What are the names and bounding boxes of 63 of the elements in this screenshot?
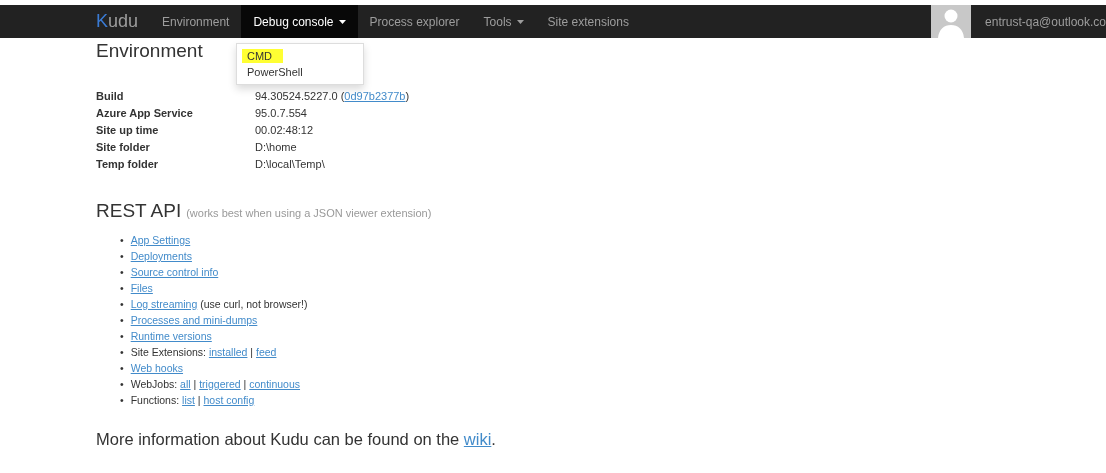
field-label: Site up time	[96, 124, 160, 136]
link[interactable]: feed	[256, 346, 277, 358]
bullet: •	[120, 377, 124, 392]
section-heading: REST API	[96, 200, 182, 222]
text: Functions:	[130, 394, 180, 406]
footer-text: More information about Kudu can be found on the wiki.	[96, 430, 497, 449]
section-note: (works best when using a JSON viewer extension)	[186, 207, 432, 219]
bullet: •	[120, 265, 124, 280]
link[interactable]: Deployments	[130, 250, 192, 262]
text: 00.02:48:12	[255, 124, 314, 136]
text: |	[193, 378, 197, 390]
link[interactable]: Log streaming	[130, 298, 198, 310]
nav-tab[interactable]: Process explorer	[357, 5, 472, 38]
link[interactable]: list	[182, 394, 195, 406]
wiki-link[interactable]: wiki	[463, 430, 492, 448]
link[interactable]: Processes and mini-dumps	[130, 314, 258, 326]
link[interactable]: Source control info	[130, 266, 219, 278]
bullet: •	[120, 249, 124, 264]
link[interactable]: 0d97b2377b	[344, 90, 406, 102]
nav-tab[interactable]: Tools	[471, 5, 536, 38]
text: |	[250, 346, 254, 358]
text: (use curl, not browser!)	[200, 298, 308, 310]
field-label: Temp folder	[96, 158, 160, 170]
link[interactable]: host config	[203, 394, 255, 406]
text: WebJobs:	[130, 378, 178, 390]
logo[interactable]: Kudu	[96, 5, 139, 38]
bullet: •	[120, 361, 124, 376]
text: )	[405, 90, 410, 102]
field-label: Azure App Service	[96, 107, 194, 119]
bullet: •	[120, 281, 124, 296]
text: 95.0.7.554	[255, 107, 307, 119]
menu-item[interactable]: PowerShell	[242, 65, 314, 79]
bullet: •	[120, 297, 124, 312]
text: |	[197, 394, 201, 406]
link[interactable]: installed	[208, 346, 248, 358]
field-label: Build	[96, 90, 125, 102]
caret-icon	[516, 19, 524, 24]
link[interactable]: all	[180, 378, 191, 390]
caret-icon	[338, 19, 346, 24]
section-heading: Environment	[96, 40, 203, 62]
menu-item[interactable]: CMD	[242, 49, 284, 63]
link[interactable]: App Settings	[130, 234, 191, 246]
nav-tab[interactable]: Debug console	[241, 5, 358, 38]
text: D:\home	[255, 141, 297, 153]
text: D:\local\Temp\	[255, 158, 325, 170]
field-label: Site folder	[96, 141, 151, 153]
link[interactable]: continuous	[249, 378, 301, 390]
text: Site Extensions:	[130, 346, 206, 358]
link[interactable]: triggered	[199, 378, 241, 390]
bullet: •	[120, 393, 124, 408]
link[interactable]: Runtime versions	[130, 330, 212, 342]
bullet: •	[120, 345, 124, 360]
bullet: •	[120, 329, 124, 344]
text: 94.30524.5227.0 (	[255, 90, 345, 102]
link[interactable]: Web hooks	[130, 362, 184, 374]
avatar-icon[interactable]	[931, 5, 972, 38]
bullet: •	[120, 233, 124, 248]
user-email[interactable]: entrust-qa@outlook.co	[985, 14, 1106, 29]
link[interactable]: Files	[130, 282, 153, 294]
nav-tab[interactable]: Site extensions	[535, 5, 641, 38]
nav-tab[interactable]: Environment	[150, 5, 242, 38]
bullet: •	[120, 313, 124, 328]
text: |	[243, 378, 247, 390]
